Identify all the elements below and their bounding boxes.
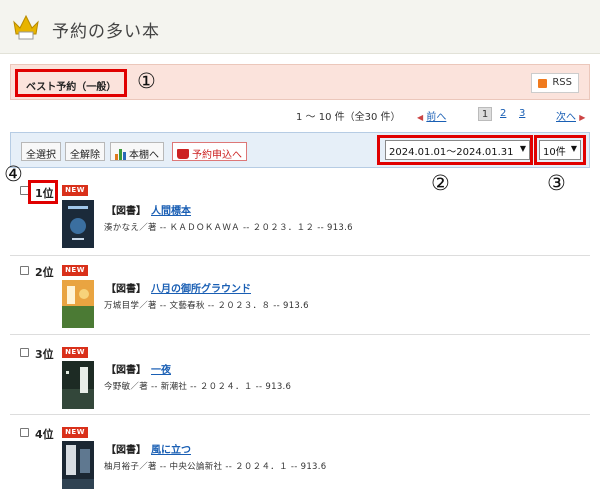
page-3[interactable]: 3 — [519, 108, 525, 124]
page-1[interactable]: 1 — [478, 107, 492, 123]
rss-button[interactable]: RSS — [531, 73, 579, 93]
rss-label: RSS — [552, 77, 572, 88]
reserve-label: 予約申込へ — [192, 150, 242, 161]
list-item — [10, 415, 590, 499]
next-link[interactable]: 次へ — [556, 112, 576, 123]
next-arrow-icon: ▶ — [579, 113, 586, 122]
bar-chart-icon — [115, 149, 127, 160]
item-title-link[interactable]: 一夜 — [151, 361, 171, 376]
pager-prev[interactable]: ◀ 前へ — [417, 108, 446, 124]
book-cover[interactable] — [62, 280, 94, 328]
prev-arrow-icon: ◀ — [417, 113, 424, 122]
item-meta: 今野敏／著 -- 新潮社 -- ２０２４．１ -- 913.6 — [104, 382, 292, 392]
per-page-select[interactable]: 10件 ▼ — [539, 140, 581, 160]
deselect-all-button[interactable]: 全解除 — [65, 142, 105, 161]
item-meta: 柚月裕子／著 -- 中央公論新社 -- ２０２４．１ -- 913.6 — [104, 462, 327, 472]
select-all-button[interactable]: 全選択 — [21, 142, 61, 161]
rank-label: 1位 — [35, 187, 54, 200]
rank-label: 4位 — [35, 428, 54, 441]
book-cover[interactable] — [62, 361, 94, 409]
item-checkbox[interactable] — [20, 428, 29, 437]
chevron-down-icon: ▼ — [519, 144, 526, 153]
shelf-button[interactable]: 本棚へ — [110, 142, 164, 161]
rss-icon — [538, 79, 548, 88]
rank-label: 3位 — [35, 348, 54, 361]
section-label: ベスト予約（一般） — [15, 69, 128, 97]
list-item — [10, 256, 590, 335]
shelf-label: 本棚へ — [129, 150, 159, 161]
list-item — [10, 178, 590, 256]
item-title-link[interactable]: 八月の御所グラウンド — [151, 280, 251, 295]
new-badge: NEW — [62, 185, 88, 196]
cart-icon — [177, 149, 189, 159]
page-2[interactable]: 2 — [500, 108, 506, 124]
chevron-down-icon: ▼ — [570, 144, 577, 153]
item-kind: 【図書】 — [106, 284, 146, 295]
list-item — [10, 335, 590, 415]
page-header: 予約の多い本 — [0, 0, 600, 54]
prev-link[interactable]: 前へ — [426, 112, 446, 123]
rank-label: 2位 — [35, 266, 54, 279]
item-title-link[interactable]: 風に立つ — [151, 441, 191, 456]
reserve-button[interactable]: 予約申込へ — [172, 142, 247, 161]
item-meta: 湊かなえ／著 -- ＫＡＤＯＫＡＷＡ -- ２０２３．１２ -- 913.6 — [104, 223, 353, 233]
annotation-1: ① — [137, 69, 156, 93]
item-title-link[interactable]: 人間標本 — [151, 202, 191, 217]
item-kind: 【図書】 — [106, 365, 146, 376]
period-select[interactable]: 2024.01.01〜2024.01.31 ▼ — [385, 140, 530, 160]
book-cover[interactable] — [62, 200, 94, 248]
section-bar: ベスト予約（一般） RSS — [10, 64, 590, 100]
new-badge: NEW — [62, 427, 88, 438]
item-checkbox[interactable] — [20, 348, 29, 357]
item-kind: 【図書】 — [106, 445, 146, 456]
item-meta: 万城目学／著 -- 文藝春秋 -- ２０２３．８ -- 913.6 — [104, 301, 309, 311]
pager-next[interactable]: 次へ ▶ — [556, 108, 585, 124]
new-badge: NEW — [62, 347, 88, 358]
crown-icon — [13, 14, 39, 40]
new-badge: NEW — [62, 265, 88, 276]
result-count: 1 〜 10 件（全30 件） — [296, 112, 401, 123]
item-checkbox[interactable] — [20, 266, 29, 275]
page-title: 予約の多い本 — [52, 22, 160, 42]
item-kind: 【図書】 — [106, 206, 146, 217]
book-cover[interactable] — [62, 441, 94, 489]
